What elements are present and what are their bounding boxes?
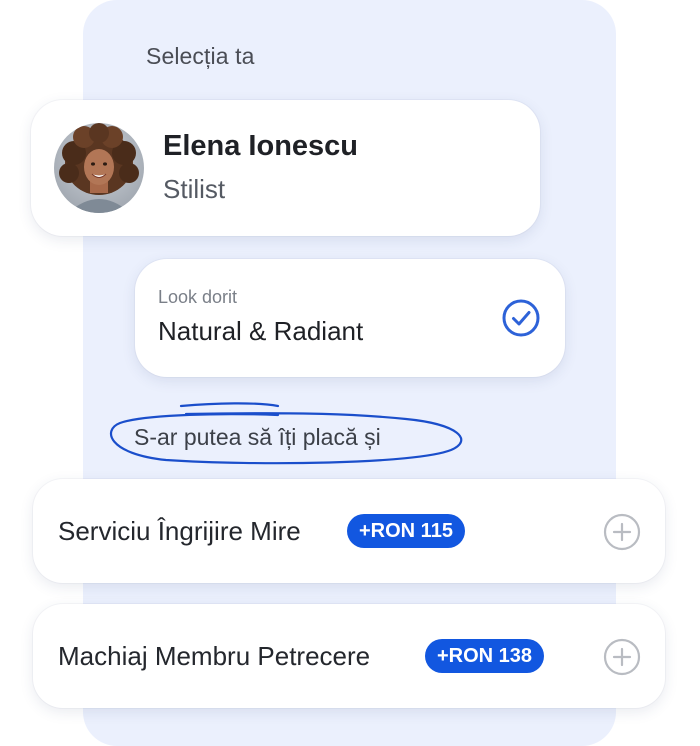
- stylist-role: Stilist: [163, 174, 226, 204]
- check-circle-icon[interactable]: [501, 298, 541, 338]
- avatar: [54, 123, 144, 213]
- look-card[interactable]: Look dorit Natural & Radiant: [135, 259, 565, 377]
- stylist-card[interactable]: Elena Ionescu Stilist: [31, 100, 540, 236]
- avatar-photo: [54, 123, 144, 213]
- stylist-name: Elena Ionescu: [163, 130, 359, 162]
- plus-circle-icon[interactable]: [603, 638, 641, 676]
- plus-circle-icon[interactable]: [603, 513, 641, 551]
- selection-title: Selecția ta: [146, 43, 255, 69]
- offer-name: Machiaj Membru Petrecere: [58, 641, 371, 671]
- list-item[interactable]: Serviciu Îngrijire Mire +RON 115: [33, 479, 665, 583]
- price-badge: +RON 115: [347, 514, 465, 548]
- price-badge: +RON 138: [425, 639, 545, 673]
- offer-name: Serviciu Îngrijire Mire: [58, 516, 301, 546]
- list-item[interactable]: Machiaj Membru Petrecere +RON 138: [33, 604, 665, 708]
- look-value: Natural & Radiant: [158, 316, 364, 346]
- look-label: Look dorit: [158, 287, 238, 307]
- suggestions-heading-wrap: S-ar putea să îți placă și: [106, 398, 466, 468]
- suggestions-heading: S-ar putea să îți placă și: [134, 424, 381, 450]
